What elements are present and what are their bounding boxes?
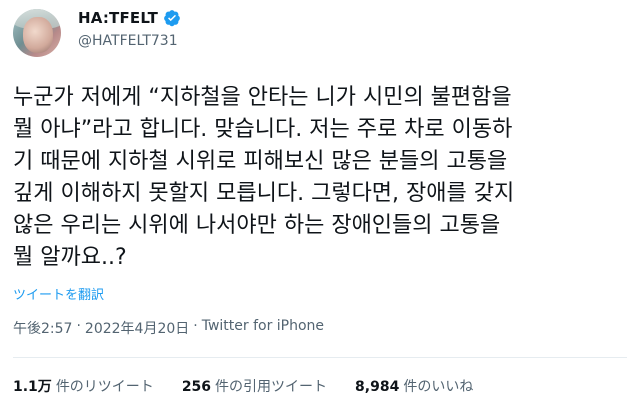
- meta-separator: ·: [193, 318, 198, 334]
- avatar[interactable]: [13, 9, 61, 57]
- retweets-count: 1.1万: [13, 379, 52, 395]
- tweet-meta: 午後2:57 · 2022年4月20日 · Twitter for iPhone: [13, 318, 324, 338]
- name-row: HA:TFELT: [78, 9, 181, 27]
- divider: [13, 357, 627, 358]
- verified-badge-icon: [163, 9, 181, 27]
- translate-link[interactable]: ツイートを翻訳: [13, 284, 104, 303]
- tweet-text: 누군가 저에게 “지하철을 안타는 니가 시민의 불편함을 뭘 아냐”라고 합니…: [13, 82, 633, 274]
- meta-separator: ·: [76, 318, 81, 334]
- tweet-source[interactable]: Twitter for iPhone: [202, 318, 324, 338]
- tweet-stats: 1.1万 件のリツイート 256 件の引用ツイート 8,984 件のいいね: [13, 376, 501, 396]
- user-handle[interactable]: @HATFELT731: [78, 33, 178, 49]
- quotes-label: 件の引用ツイート: [215, 379, 328, 395]
- tweet-line-6: 뭘 알까요..?: [13, 245, 127, 270]
- quotes-count: 256: [181, 379, 212, 395]
- tweet-line-3: 기 때문에 지하철 시위로 피해보신 많은 분들의 고통을: [13, 149, 508, 174]
- quotes-stat[interactable]: 256 件の引用ツイート: [182, 376, 327, 396]
- likes-stat[interactable]: 8,984 件のいいね: [355, 376, 473, 396]
- display-name[interactable]: HA:TFELT: [78, 9, 158, 27]
- tweet-line-4: 깊게 이해하지 못할지 모릅니다. 그렇다면, 장애를 갖지: [13, 181, 515, 206]
- tweet-line-5: 않은 우리는 시위에 나서야만 하는 장애인들의 고통을: [13, 213, 501, 238]
- likes-label: 件のいいね: [403, 379, 474, 395]
- retweets-stat[interactable]: 1.1万 件のリツイート: [13, 376, 154, 396]
- tweet-line-2: 뭘 아냐”라고 합니다. 맞습니다. 저는 주로 차로 이동하: [13, 117, 513, 142]
- tweet-line-1: 누군가 저에게 “지하철을 안타는 니가 시민의 불편함을: [13, 85, 512, 110]
- retweets-label: 件のリツイート: [55, 379, 154, 395]
- likes-count: 8,984: [355, 379, 400, 395]
- tweet-time[interactable]: 午後2:57: [13, 318, 72, 338]
- avatar-face: [23, 17, 53, 53]
- tweet-date[interactable]: 2022年4月20日: [85, 318, 189, 338]
